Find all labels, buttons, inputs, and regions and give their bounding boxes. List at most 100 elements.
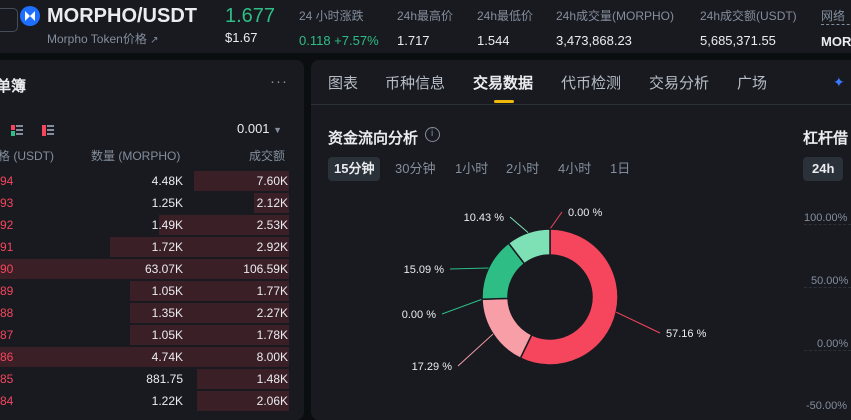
slice-leader-line <box>441 298 483 315</box>
slice-leader-line <box>509 216 529 233</box>
y-tick-label: 0.00% <box>817 338 849 350</box>
ask-price: 84 <box>0 394 14 408</box>
slice-label: 0.00 % <box>402 309 436 321</box>
stat-value: 1.717 <box>397 33 430 48</box>
depth-bar <box>0 347 289 367</box>
range-24h-button[interactable]: 24h <box>803 157 844 181</box>
ask-row[interactable]: 88 1.35K 2.27K <box>0 303 289 323</box>
ask-qty: 881.75 <box>146 372 183 386</box>
slice-label: 15.09 % <box>404 264 445 276</box>
slice-label: 0.00 % <box>568 207 602 219</box>
stat-24h-high: 24h最高价 1.717 <box>397 7 453 48</box>
ask-row[interactable]: 90 63.07K 106.59K <box>0 259 289 279</box>
ask-row[interactable]: 87 1.05K 1.78K <box>0 325 289 345</box>
column-price: 格 (USDT) <box>0 149 54 163</box>
tab-chart[interactable]: 图表 <box>328 72 358 93</box>
orderbook-view-both-icon[interactable] <box>11 123 23 136</box>
interval-2h[interactable]: 2小时 <box>500 157 545 181</box>
ask-row[interactable]: 89 1.05K 1.77K <box>0 281 289 301</box>
stat-24h-change: 24 小时涨跌 0.118 +7.57% <box>299 7 379 48</box>
chevron-down-icon: ▼ <box>273 125 283 135</box>
ask-qty: 4.48K <box>151 174 183 188</box>
ask-total: 1.78K <box>256 328 288 342</box>
stat-network[interactable]: 网络 MORP <box>821 7 851 49</box>
slice-leader-line <box>449 267 489 270</box>
ask-row[interactable]: 94 4.48K 7.60K <box>0 171 289 191</box>
tab-square[interactable]: 广场 <box>737 72 767 93</box>
ask-qty: 1.05K <box>151 328 183 342</box>
stat-label: 24h成交额(USDT) <box>700 9 797 23</box>
ask-total: 7.60K <box>256 174 288 188</box>
ask-qty: 1.35K <box>151 306 183 320</box>
ask-row[interactable]: 84 1.22K 2.06K <box>0 391 289 411</box>
ask-total: 2.92K <box>256 240 288 254</box>
interval-1h[interactable]: 1小时 <box>449 157 494 181</box>
ask-price: 86 <box>0 350 14 364</box>
donut-slice[interactable] <box>481 297 533 360</box>
ask-qty: 1.22K <box>151 394 183 408</box>
ask-total: 1.48K <box>256 372 288 386</box>
ask-price: 92 <box>0 218 14 232</box>
ask-qty: 1.72K <box>151 240 183 254</box>
ask-price: 90 <box>0 262 14 276</box>
tab-coin-info[interactable]: 币种信息 <box>385 72 445 93</box>
interval-15m[interactable]: 15分钟 <box>328 157 381 181</box>
ask-price: 94 <box>0 174 14 188</box>
stat-label: 24h最低价 <box>477 9 534 23</box>
stat-label: 24 小时涨跌 <box>299 9 364 23</box>
stat-label: 24h最高价 <box>397 9 454 23</box>
ask-price: 93 <box>0 196 14 210</box>
slice-label: 57.16 % <box>666 328 707 340</box>
last-price-usd: $1.67 <box>225 30 258 45</box>
morpho-coin-icon <box>20 6 40 26</box>
ask-total: 1.77K <box>256 284 288 298</box>
stat-label: 24h成交量(MORPHO) <box>556 9 675 23</box>
stat-value: 5,685,371.55 <box>700 33 776 48</box>
sparkle-ai-icon[interactable]: ✦ <box>833 74 845 91</box>
ticker-bar: MORPHO/USDT Morpho Token价格 ↗ 1.677 $1.67… <box>0 0 851 53</box>
orderbook-view-asks-icon[interactable] <box>42 123 54 136</box>
ask-qty: 4.74K <box>151 350 183 364</box>
gridline <box>804 224 851 225</box>
ask-row[interactable]: 92 1.49K 2.53K <box>0 215 289 235</box>
stat-value: 1.544 <box>477 33 510 48</box>
tab-trade-data[interactable]: 交易数据 <box>473 72 533 93</box>
stat-24h-volume: 24h成交量(MORPHO) 3,473,868.23 <box>556 7 674 48</box>
token-name-link[interactable]: Morpho Token价格 ↗ <box>47 30 159 47</box>
pair-title[interactable]: MORPHO/USDT <box>47 5 197 28</box>
tab-token-check[interactable]: 代币检测 <box>561 72 621 93</box>
precision-select[interactable]: 0.001 ▼ <box>237 121 282 136</box>
ask-row[interactable]: 85 881.75 1.48K <box>0 369 289 389</box>
interval-1d[interactable]: 1日 <box>604 157 636 181</box>
more-options-button[interactable]: ··· <box>270 73 288 90</box>
ask-total: 2.27K <box>256 306 288 320</box>
ask-qty: 63.07K <box>144 262 183 276</box>
ask-row[interactable]: 91 1.72K 2.92K <box>0 237 289 257</box>
menu-logo-icon[interactable] <box>0 8 18 32</box>
fund-flow-title: 资金流向分析 <box>328 130 419 147</box>
tab-trade-analysis[interactable]: 交易分析 <box>649 72 709 93</box>
column-total: 成交额 <box>249 149 286 163</box>
ask-total: 2.12K <box>256 196 288 210</box>
interval-4h[interactable]: 4小时 <box>552 157 597 181</box>
column-qty: 数量 (MORPHO) <box>91 149 181 163</box>
ask-row[interactable]: 86 4.74K 8.00K <box>0 347 289 367</box>
y-tick-label: 50.00% <box>811 275 849 287</box>
interval-30m[interactable]: 30分钟 <box>389 157 441 181</box>
orderbook-title: 单簿 <box>0 78 27 95</box>
slice-leader-line <box>549 211 563 230</box>
slice-label: 17.29 % <box>412 361 453 373</box>
slice-label: 10.43 % <box>464 212 505 224</box>
ask-row[interactable]: 93 1.25K 2.12K <box>0 193 289 213</box>
ask-price: 88 <box>0 306 14 320</box>
ask-price: 87 <box>0 328 14 342</box>
ask-total: 8.00K <box>256 350 288 364</box>
y-tick-label: -50.00% <box>806 400 847 412</box>
info-icon[interactable]: i <box>425 127 440 142</box>
external-link-icon: ↗ <box>150 35 159 46</box>
stat-24h-turnover: 24h成交额(USDT) 5,685,371.55 <box>700 7 797 48</box>
gridline <box>804 350 851 351</box>
stat-value: 3,473,868.23 <box>556 33 632 48</box>
stat-value: MORP <box>821 34 851 49</box>
fund-flow-donut-chart: 0.00 % 57.16 % 17.29 % 0.00 % 15.09 % 10.43 % <box>402 207 707 373</box>
